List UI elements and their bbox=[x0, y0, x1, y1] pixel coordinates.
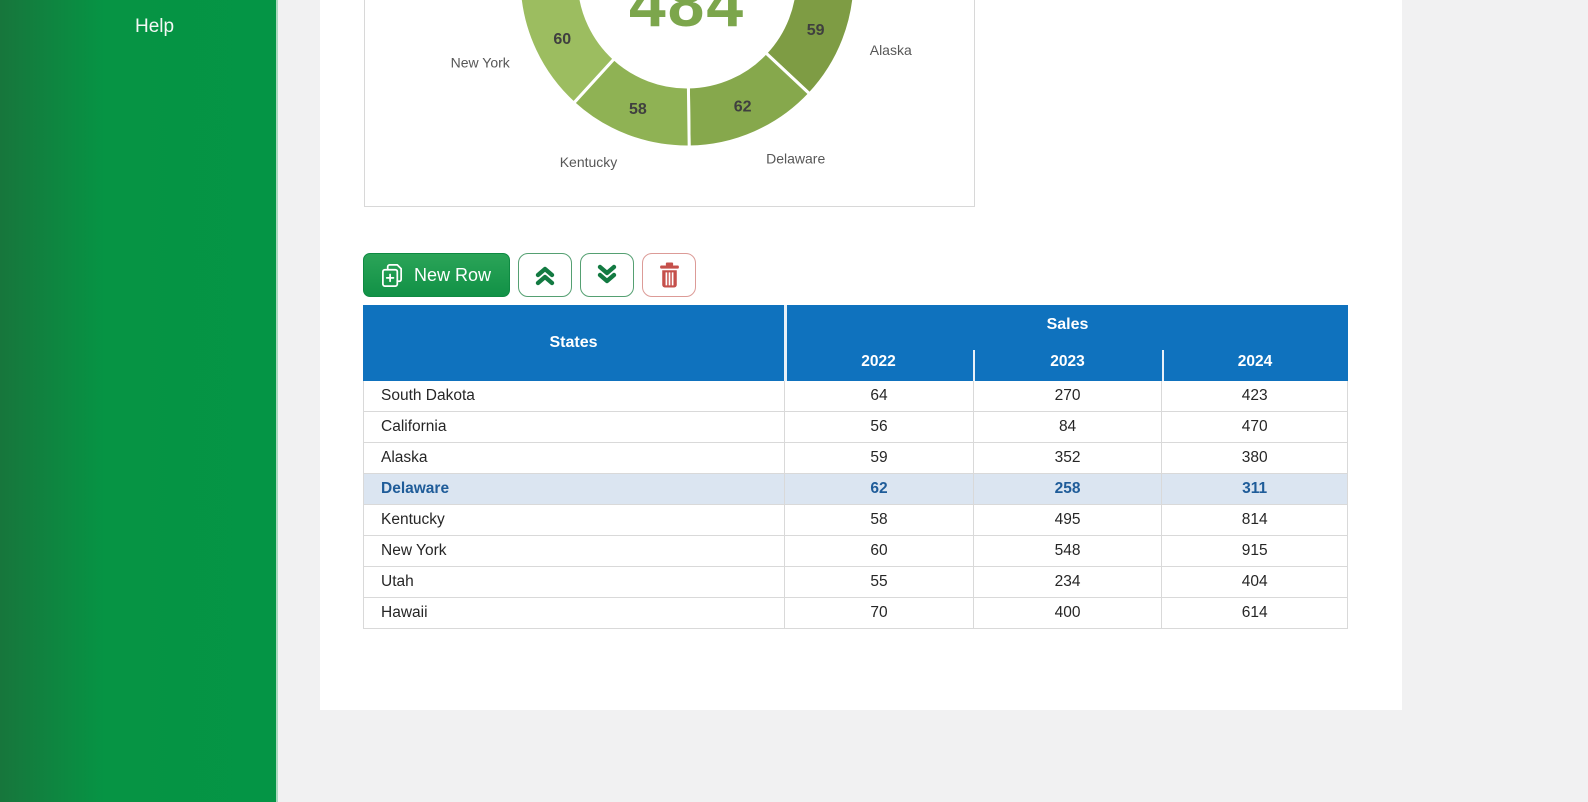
value-cell[interactable]: 380 bbox=[1161, 443, 1347, 473]
value-cell[interactable]: 270 bbox=[973, 381, 1162, 411]
sidebar: Help bbox=[0, 0, 278, 802]
value-cell[interactable]: 60 bbox=[784, 536, 973, 566]
state-cell[interactable]: South Dakota bbox=[364, 381, 784, 411]
slice-value-label: 59 bbox=[807, 22, 825, 39]
value-cell[interactable]: 70 bbox=[784, 598, 973, 628]
value-cell[interactable]: 915 bbox=[1161, 536, 1347, 566]
move-row-down-button[interactable] bbox=[580, 253, 634, 297]
slice-category-label: Alaska bbox=[870, 42, 912, 58]
table-row[interactable]: Delaware62258311 bbox=[364, 474, 1347, 505]
state-cell[interactable]: Delaware bbox=[364, 474, 784, 504]
slice-value-label: 60 bbox=[553, 31, 571, 48]
header-divider bbox=[784, 305, 787, 381]
table-row[interactable]: Utah55234404 bbox=[364, 567, 1347, 598]
move-row-up-button[interactable] bbox=[518, 253, 572, 297]
state-cell[interactable]: California bbox=[364, 412, 784, 442]
state-cell[interactable]: Utah bbox=[364, 567, 784, 597]
donut-chart: 64South Dakota56California59Alaska62Dela… bbox=[365, 0, 974, 206]
value-cell[interactable]: 400 bbox=[973, 598, 1162, 628]
sales-table: States Sales 2022 2023 2024 South Dakota… bbox=[363, 305, 1348, 629]
value-cell[interactable]: 58 bbox=[784, 505, 973, 535]
slice-category-label: New York bbox=[451, 55, 511, 71]
add-document-icon bbox=[380, 263, 405, 288]
table-row[interactable]: South Dakota64270423 bbox=[364, 381, 1347, 412]
new-row-button[interactable]: New Row bbox=[363, 253, 510, 297]
value-cell[interactable]: 56 bbox=[784, 412, 973, 442]
table-row[interactable]: Hawaii70400614 bbox=[364, 598, 1347, 629]
state-cell[interactable]: New York bbox=[364, 536, 784, 566]
value-cell[interactable]: 258 bbox=[973, 474, 1162, 504]
donut-chart-card: 64South Dakota56California59Alaska62Dela… bbox=[364, 0, 975, 207]
value-cell[interactable]: 62 bbox=[784, 474, 973, 504]
header-year-2022: 2022 bbox=[784, 343, 973, 381]
table-row[interactable]: New York60548915 bbox=[364, 536, 1347, 567]
header-year-2024: 2024 bbox=[1162, 343, 1348, 381]
value-cell[interactable]: 470 bbox=[1161, 412, 1347, 442]
new-row-label: New Row bbox=[414, 265, 491, 286]
value-cell[interactable]: 234 bbox=[973, 567, 1162, 597]
state-cell[interactable]: Hawaii bbox=[364, 598, 784, 628]
table-row[interactable]: California5684470 bbox=[364, 412, 1347, 443]
value-cell[interactable]: 84 bbox=[973, 412, 1162, 442]
table-row[interactable]: Alaska59352380 bbox=[364, 443, 1347, 474]
table-toolbar: New Row bbox=[363, 253, 696, 297]
content-panel: 64South Dakota56California59Alaska62Dela… bbox=[320, 0, 1402, 710]
value-cell[interactable]: 495 bbox=[973, 505, 1162, 535]
value-cell[interactable]: 64 bbox=[784, 381, 973, 411]
header-tick bbox=[1162, 350, 1164, 381]
table-row[interactable]: Kentucky58495814 bbox=[364, 505, 1347, 536]
app-window: Help 64South Dakota56California59Alaska6… bbox=[0, 0, 1588, 802]
value-cell[interactable]: 352 bbox=[973, 443, 1162, 473]
value-cell[interactable]: 55 bbox=[784, 567, 973, 597]
header-tick bbox=[973, 350, 975, 381]
value-cell[interactable]: 59 bbox=[784, 443, 973, 473]
table-header: States Sales 2022 2023 2024 bbox=[363, 305, 1348, 381]
header-years-row: 2022 2023 2024 bbox=[784, 343, 1348, 381]
delete-row-button[interactable] bbox=[642, 253, 696, 297]
header-year-2023: 2023 bbox=[973, 343, 1162, 381]
header-sales-group: Sales bbox=[787, 305, 1348, 345]
value-cell[interactable]: 423 bbox=[1161, 381, 1347, 411]
state-cell[interactable]: Alaska bbox=[364, 443, 784, 473]
sidebar-item-help[interactable]: Help bbox=[135, 16, 174, 38]
value-cell[interactable]: 614 bbox=[1161, 598, 1347, 628]
table-body: South Dakota64270423California5684470Ala… bbox=[363, 381, 1348, 629]
chevron-double-down-icon bbox=[593, 261, 621, 289]
slice-category-label: Delaware bbox=[766, 150, 825, 166]
value-cell[interactable]: 814 bbox=[1161, 505, 1347, 535]
slice-category-label: Kentucky bbox=[560, 154, 618, 170]
trash-icon bbox=[657, 262, 682, 289]
value-cell[interactable]: 404 bbox=[1161, 567, 1347, 597]
donut-center-total: 484 bbox=[629, 0, 745, 40]
header-states: States bbox=[363, 305, 784, 381]
chevron-double-up-icon bbox=[531, 261, 559, 289]
value-cell[interactable]: 548 bbox=[973, 536, 1162, 566]
value-cell[interactable]: 311 bbox=[1161, 474, 1347, 504]
state-cell[interactable]: Kentucky bbox=[364, 505, 784, 535]
slice-value-label: 58 bbox=[629, 101, 647, 118]
slice-value-label: 62 bbox=[734, 98, 752, 115]
